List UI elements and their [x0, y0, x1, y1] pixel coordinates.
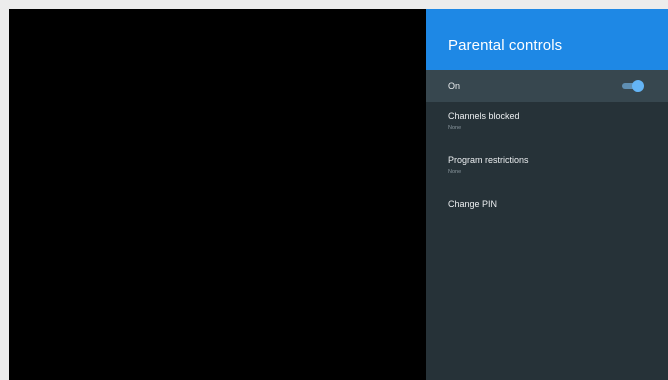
- change-pin-label: Change PIN: [448, 199, 498, 209]
- channels-blocked-item[interactable]: Channels blocked None: [426, 102, 668, 146]
- program-restrictions-item[interactable]: Program restrictions None: [426, 146, 668, 190]
- panel-title: Parental controls: [448, 37, 563, 54]
- tv-screen: Parental controls On Channels blocked No…: [9, 9, 668, 380]
- program-restrictions-subtitle: None: [448, 169, 462, 175]
- program-restrictions-label: Program restrictions: [448, 155, 529, 165]
- on-label: On: [448, 81, 461, 91]
- panel-header: Parental controls: [426, 9, 668, 70]
- channels-blocked-label: Channels blocked: [448, 111, 520, 121]
- toggle-thumb: [632, 80, 644, 92]
- settings-side-panel: Parental controls On Channels blocked No…: [426, 9, 668, 380]
- tv-frame: Parental controls On Channels blocked No…: [0, 0, 668, 380]
- channels-blocked-subtitle: None: [448, 125, 462, 131]
- parental-controls-toggle[interactable]: [622, 80, 644, 92]
- change-pin-item[interactable]: Change PIN: [426, 190, 668, 234]
- parental-controls-on-row[interactable]: On: [426, 70, 668, 102]
